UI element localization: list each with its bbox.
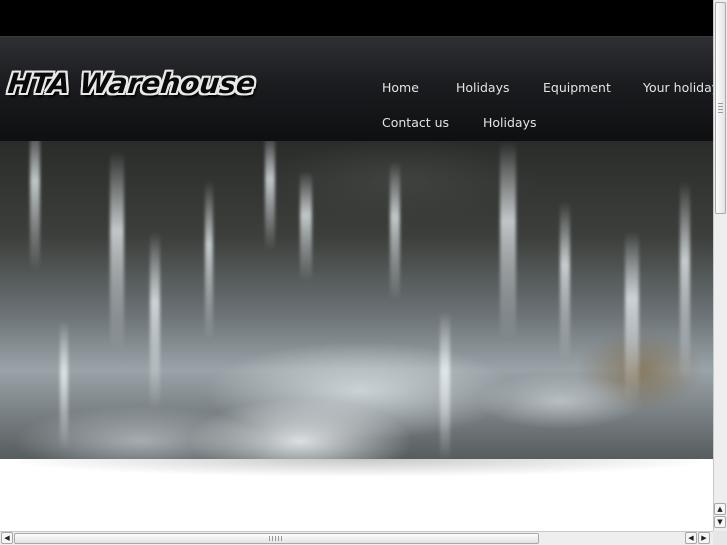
water-streak [60, 321, 68, 451]
nav-holidays[interactable]: Holidays [456, 80, 510, 95]
water-streak [150, 231, 160, 411]
nav-holidays-2[interactable]: Holidays [483, 115, 537, 130]
hero-waterfall-image [0, 141, 713, 459]
scroll-left-button-2[interactable]: ◀ [685, 532, 697, 544]
scroll-left-button[interactable]: ◀ [1, 532, 13, 544]
grip-icon [269, 536, 283, 541]
water-streak [265, 141, 275, 251]
top-bar [0, 0, 713, 36]
water-streak [625, 231, 639, 401]
nav-equipment[interactable]: Equipment [543, 80, 611, 95]
grip-icon [718, 103, 723, 113]
hero-shadow [20, 459, 700, 493]
scroll-down-button[interactable]: ▼ [714, 516, 726, 528]
horizontal-scrollbar-thumb[interactable] [14, 533, 539, 544]
site-logo[interactable]: HTA Warehouse [6, 67, 257, 100]
water-streak [560, 201, 570, 361]
nav-home[interactable]: Home [382, 80, 419, 95]
horizontal-scrollbar[interactable]: ◀ ◀ ▶ [0, 531, 713, 545]
nav-contact-us[interactable]: Contact us [382, 115, 449, 130]
water-streak [390, 161, 400, 301]
water-streak [440, 311, 450, 459]
water-streak [205, 181, 213, 341]
site-header: HTA Warehouse Home Holidays Equipment Yo… [0, 36, 719, 142]
water-streak [500, 141, 516, 341]
nav-your-holiday[interactable]: Your holiday [643, 80, 719, 95]
water-streak [30, 141, 40, 271]
water-streak [680, 181, 690, 381]
scroll-right-button[interactable]: ▶ [698, 532, 710, 544]
vertical-scrollbar[interactable]: ▲ ▼ [713, 0, 727, 545]
scroll-up-button[interactable]: ▲ [714, 503, 726, 515]
vertical-scrollbar-thumb[interactable] [715, 2, 726, 214]
browser-viewport: HTA Warehouse Home Holidays Equipment Yo… [0, 0, 727, 545]
water-streak [300, 171, 312, 281]
scrollbar-corner [713, 531, 727, 545]
water-streak [110, 151, 124, 351]
